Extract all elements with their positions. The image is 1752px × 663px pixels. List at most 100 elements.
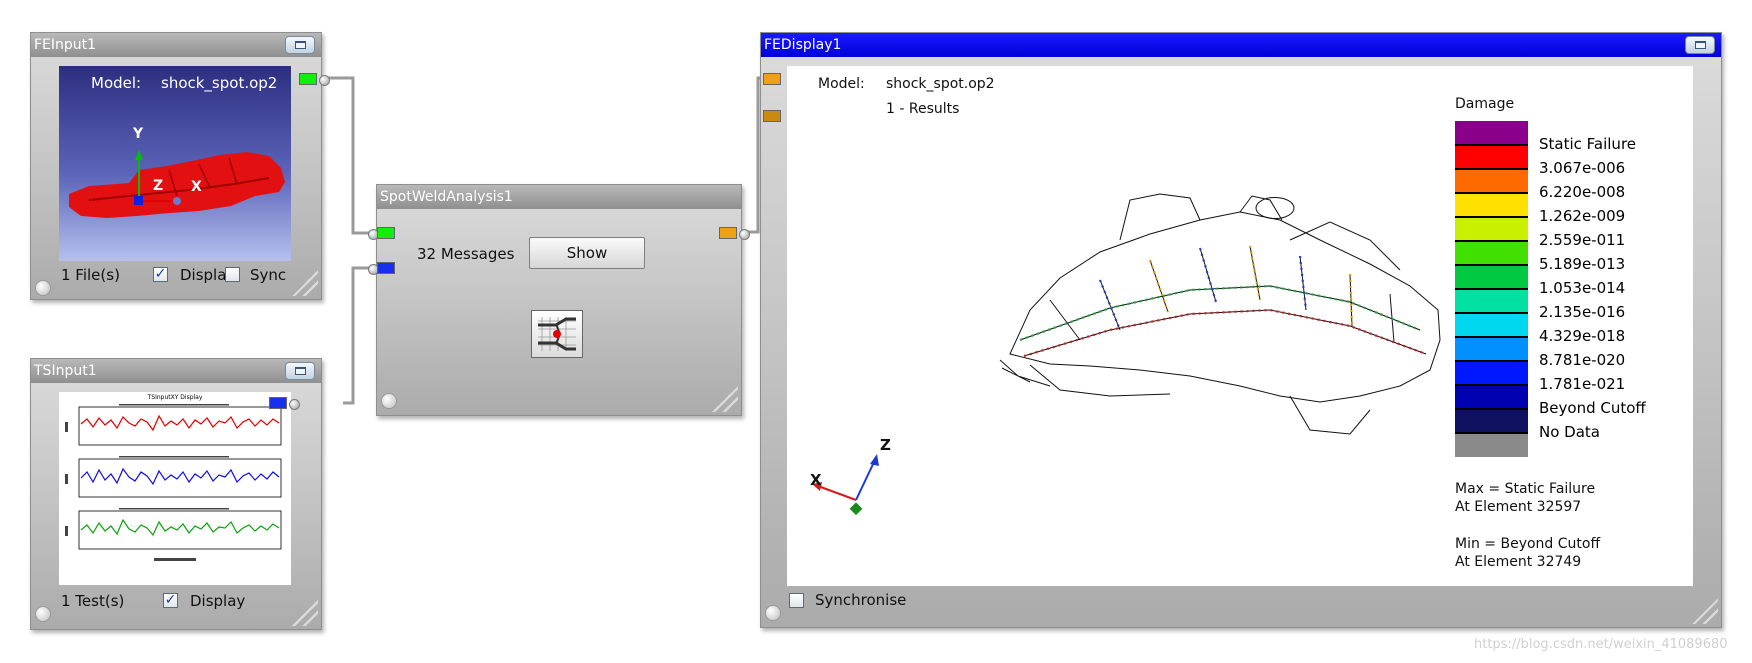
- legend-title: Damage: [1455, 96, 1515, 112]
- spotweld-input-port-fe[interactable]: [377, 227, 395, 239]
- legend-tick: [1455, 432, 1528, 434]
- display-checkbox[interactable]: ✓: [163, 593, 178, 608]
- legend-color-band: [1455, 193, 1528, 217]
- axis-triad: [812, 454, 879, 516]
- window-icon: [1695, 41, 1706, 49]
- legend-label: 2.559e-011: [1539, 231, 1626, 249]
- legend-label: 1.781e-021: [1539, 375, 1626, 393]
- restore-window-button[interactable]: [285, 36, 315, 54]
- port-connector[interactable]: [289, 399, 300, 410]
- legend-tick: [1455, 216, 1528, 218]
- file-count: 1 File(s): [61, 266, 120, 284]
- legend-label: Static Failure: [1539, 135, 1637, 153]
- resize-grip[interactable]: [1692, 598, 1718, 624]
- legend-color-band: [1455, 241, 1528, 265]
- weld-joint-icon: [538, 317, 576, 351]
- status-indicator: [765, 605, 781, 621]
- legend-color-band: [1455, 337, 1528, 361]
- resize-grip[interactable]: [292, 600, 318, 626]
- watermark: https://blog.csdn.net/weixin_41089680: [1474, 637, 1728, 652]
- spotweld-analysis-node[interactable]: SpotWeldAnalysis1 32 Messages Show: [368, 184, 750, 416]
- legend-color-band: [1455, 385, 1528, 409]
- fe-input-output-port[interactable]: [299, 73, 317, 85]
- status-indicator: [35, 280, 51, 296]
- legend-color-band: [1455, 289, 1528, 313]
- legend-color-band: [1455, 433, 1528, 457]
- sync-checkbox[interactable]: [225, 267, 240, 282]
- port-connector[interactable]: [319, 75, 330, 86]
- max-line-1: Max = Static Failure: [1455, 481, 1596, 497]
- legend-color-band: [1455, 361, 1528, 385]
- status-indicator: [35, 606, 51, 622]
- ts-input-output-port[interactable]: [269, 397, 287, 409]
- legend-tick: [1455, 192, 1528, 194]
- legend-tick: [1455, 408, 1528, 410]
- legend-label: 8.781e-020: [1539, 351, 1626, 369]
- legend-tick: [1455, 168, 1528, 170]
- legend-color-band: [1455, 121, 1528, 145]
- legend-color-band: [1455, 217, 1528, 241]
- window-icon: [295, 367, 306, 375]
- ts-input-node[interactable]: TSInput1 TSInputXY Display 1 Test(s) ✓ D…: [30, 358, 322, 630]
- legend-tick: [1455, 384, 1528, 386]
- port-connector[interactable]: [739, 229, 750, 240]
- fe-display-input-port[interactable]: [763, 73, 781, 85]
- window-icon: [295, 41, 306, 49]
- display-checkbox[interactable]: ✓: [153, 267, 168, 282]
- restore-window-button[interactable]: [285, 362, 315, 380]
- triad-z-label: Z: [880, 436, 891, 454]
- fe-input-node[interactable]: FEInput1 Model: shock_spot.op2 Y Z X 1 F…: [30, 32, 330, 300]
- legend-color-band: [1455, 145, 1528, 169]
- min-line-2: At Element 32749: [1455, 554, 1582, 570]
- message-count: 32 Messages: [417, 245, 515, 263]
- resize-grip[interactable]: [712, 386, 738, 412]
- legend-label: 6.220e-008: [1539, 183, 1626, 201]
- legend-color-band: [1455, 313, 1528, 337]
- resize-grip[interactable]: [292, 270, 318, 296]
- spotweld-output-port[interactable]: [719, 227, 737, 239]
- ts-input-titlebar[interactable]: TSInput1: [31, 359, 321, 383]
- legend-label: No Data: [1539, 423, 1600, 441]
- legend-label: 2.135e-016: [1539, 303, 1626, 321]
- legend-label: 4.329e-018: [1539, 327, 1626, 345]
- fe-display-titlebar[interactable]: FEDisplay1: [761, 33, 1721, 57]
- legend-tick: [1455, 336, 1528, 338]
- max-line-2: At Element 32597: [1455, 499, 1582, 515]
- time-series-plots: [65, 404, 282, 561]
- legend-color-band: [1455, 265, 1528, 289]
- test-count: 1 Test(s): [61, 592, 125, 610]
- red-car-model: [69, 150, 285, 218]
- display-model-value: shock_spot.op2: [886, 76, 995, 92]
- legend-tick: [1455, 240, 1528, 242]
- fe-input-titlebar[interactable]: FEInput1: [31, 33, 321, 57]
- display-model-label: Model:: [818, 76, 865, 92]
- restore-window-button[interactable]: [1685, 36, 1715, 54]
- legend-color-band: [1455, 169, 1528, 193]
- display-checkbox-label: Display: [190, 592, 246, 610]
- legend-label: Beyond Cutoff: [1539, 399, 1646, 417]
- spotweld-titlebar[interactable]: SpotWeldAnalysis1: [377, 185, 741, 209]
- wireframe-model: [999, 193, 1441, 435]
- synchronise-checkbox[interactable]: [789, 593, 804, 608]
- axis-y-label: Y: [133, 126, 144, 142]
- ts-input-preview[interactable]: TSInputXY Display: [59, 392, 291, 585]
- results-label: 1 - Results: [886, 101, 960, 117]
- legend-label: 3.067e-006: [1539, 159, 1626, 177]
- display-checkbox-label: Displa: [180, 266, 227, 284]
- fe-display-input-port-2[interactable]: [763, 110, 781, 122]
- fe-input-preview[interactable]: Model: shock_spot.op2 Y Z X: [59, 66, 291, 261]
- axis-z-label: Z: [153, 178, 164, 194]
- triad-x-label: X: [810, 471, 822, 489]
- status-indicator: [381, 393, 397, 409]
- sync-checkbox-label: Sync: [250, 266, 287, 284]
- legend-label: 1.053e-014: [1539, 279, 1626, 297]
- spotweld-analysis-icon[interactable]: [531, 310, 583, 358]
- legend-color-band: [1455, 409, 1528, 433]
- legend-label: 1.262e-009: [1539, 207, 1626, 225]
- legend-label: 5.189e-013: [1539, 255, 1626, 273]
- min-line-1: Min = Beyond Cutoff: [1455, 536, 1601, 552]
- legend-tick: [1455, 312, 1528, 314]
- show-messages-button[interactable]: Show: [529, 237, 645, 269]
- spotweld-input-port-ts[interactable]: [377, 262, 395, 274]
- legend-tick: [1455, 264, 1528, 266]
